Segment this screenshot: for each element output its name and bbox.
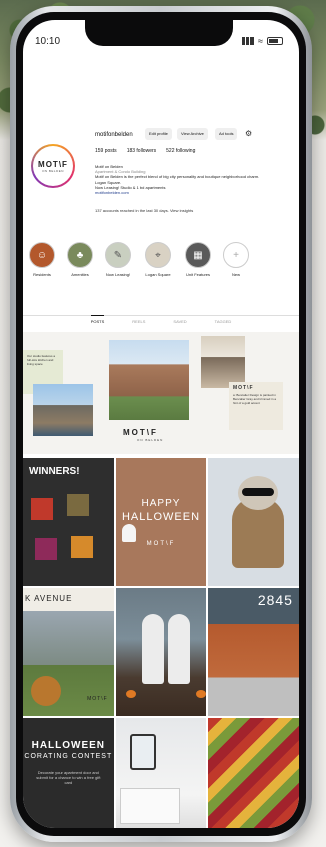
phone-notch	[85, 20, 233, 46]
profile-avatar[interactable]: MOT\F ON BELDEN	[31, 144, 75, 188]
profile-tabs: POSTS REELS SAVED TAGGED	[23, 315, 299, 327]
highlight-now-leasing-cover: ✎	[105, 242, 131, 268]
building-number: 2845	[257, 592, 293, 608]
phone-bezel: 10:10 ≈ MOT\F ON BELDEN motifonbelden Ed…	[16, 12, 306, 836]
happy-text: HAPPY	[141, 497, 181, 509]
highlight-label: Unit Features	[185, 272, 210, 277]
highlight-label: Amenities	[71, 272, 89, 277]
post-grid: WINNERS! HAPPY HALLOWEEN MOT\F K AVENUE …	[23, 458, 299, 828]
tab-reels[interactable]: REELS	[132, 319, 145, 327]
highlight-amenities[interactable]: ♣ Amenities	[65, 242, 95, 277]
highlight-label: Residents	[33, 272, 51, 277]
profile-stats: 159 posts 183 followers 522 following	[95, 148, 195, 154]
rooftop-photo	[33, 384, 93, 436]
interior-photo	[201, 336, 245, 388]
building-photo	[109, 340, 189, 420]
decor-subtitle: CORATING CONTEST	[24, 753, 113, 760]
decor-title: HALLOWEEN	[31, 740, 106, 751]
posts-count[interactable]: 159 posts	[95, 148, 117, 154]
avenue-text: K AVENUE	[25, 594, 73, 603]
sunglasses	[242, 488, 275, 496]
post-market-produce[interactable]	[208, 718, 299, 828]
plus-icon: +	[223, 242, 249, 268]
tab-posts[interactable]: POSTS	[90, 315, 105, 327]
info-card-text: a: Bencalier Design is painted in Bencal…	[233, 393, 277, 405]
highlight-label: Now Leasing!	[105, 272, 131, 277]
avatar-logo-subtext: ON BELDEN	[42, 168, 64, 173]
avatar-logo-text: MOT\F	[38, 159, 68, 169]
profile-bio: Motif on Belden Apartment & Condo Buildi…	[95, 164, 295, 195]
winner-photo	[67, 494, 89, 516]
dog-photo	[31, 676, 61, 706]
post-decorating-contest[interactable]: HALLOWEEN CORATING CONTEST Decorate your…	[23, 718, 114, 828]
highlight-residents-cover: ☺	[29, 242, 55, 268]
decor-body: Decorate your apartment door and submit …	[36, 770, 101, 785]
halloween-text: HALLOWEEN	[121, 510, 201, 523]
gear-icon[interactable]: ⚙	[245, 129, 252, 138]
avatar-logo: MOT\F ON BELDEN	[33, 146, 73, 186]
phone-frame: 10:10 ≈ MOT\F ON BELDEN motifonbelden Ed…	[10, 6, 312, 842]
story-highlights: ☺ Residents ♣ Amenities ✎ Now Leasing! ⌖…	[23, 242, 299, 292]
insights-link[interactable]: 137 accounts reached in the last 30 days…	[95, 208, 193, 213]
view-archive-button[interactable]: View Archive	[177, 128, 208, 140]
status-time: 10:10	[35, 36, 61, 47]
pumpkin	[195, 690, 206, 698]
phone-screen: 10:10 ≈ MOT\F ON BELDEN motifonbelden Ed…	[23, 20, 299, 828]
post-bathroom[interactable]	[115, 718, 207, 828]
bio-link[interactable]: motifonbelden.com	[95, 190, 295, 195]
highlight-label: New	[231, 272, 240, 277]
followers-count[interactable]: 183 followers	[127, 148, 156, 154]
info-card-logo: MOT\F	[233, 385, 254, 391]
highlight-logan-square-cover: ⌖	[145, 242, 171, 268]
pumpkin	[125, 690, 136, 698]
featured-logo: MOT\F	[123, 428, 158, 437]
post-building-2845[interactable]: 2845	[208, 588, 299, 716]
ad-tools-button[interactable]: Ad tools	[215, 128, 238, 140]
featured-info-card: MOT\F a: Bencalier Design is painted in …	[229, 382, 283, 430]
winner-photo	[71, 536, 93, 558]
winner-photo	[31, 498, 53, 520]
featured-post-row[interactable]: Our studio features a full-size kitchen …	[23, 332, 299, 454]
post-logo: MOT\F	[87, 696, 108, 702]
status-icons: ≈	[242, 36, 283, 46]
profile-username: motifonbelden	[95, 132, 133, 138]
ghost-figure	[167, 614, 190, 684]
post-winners[interactable]: WINNERS!	[23, 458, 114, 586]
highlight-label: Logan Square	[145, 272, 171, 277]
tab-saved[interactable]: SAVED	[173, 319, 186, 327]
highlight-unit-features-cover: ▦	[185, 242, 211, 268]
post-ghosts[interactable]	[115, 588, 207, 716]
highlight-new[interactable]: + New	[221, 242, 251, 277]
post-logo: MOT\F	[146, 540, 176, 547]
following-count[interactable]: 522 following	[166, 148, 195, 154]
highlight-residents[interactable]: ☺ Residents	[27, 242, 57, 277]
ghost-icon	[121, 524, 136, 542]
battery-icon	[267, 37, 283, 45]
vanity	[119, 788, 180, 824]
mirror	[129, 734, 156, 770]
ghost-figure	[141, 614, 164, 684]
highlight-logan-square[interactable]: ⌖ Logan Square	[143, 242, 173, 277]
signal-icon	[242, 37, 255, 45]
highlight-amenities-cover: ♣	[67, 242, 93, 268]
winner-photo	[35, 538, 57, 560]
wifi-icon: ≈	[258, 36, 263, 46]
highlight-now-leasing[interactable]: ✎ Now Leasing!	[103, 242, 133, 277]
highlight-unit-features[interactable]: ▦ Unit Features	[183, 242, 213, 277]
edit-profile-button[interactable]: Edit profile	[145, 128, 172, 140]
featured-logo-sub: ON BELDEN	[137, 438, 164, 442]
tab-tagged[interactable]: TAGGED	[215, 319, 232, 327]
post-avenue[interactable]: K AVENUE MOT\F	[23, 588, 114, 716]
post-cat-costume[interactable]	[208, 458, 299, 586]
winners-text: WINNERS!	[29, 466, 80, 477]
post-happy-halloween[interactable]: HAPPY HALLOWEEN MOT\F	[115, 458, 207, 586]
